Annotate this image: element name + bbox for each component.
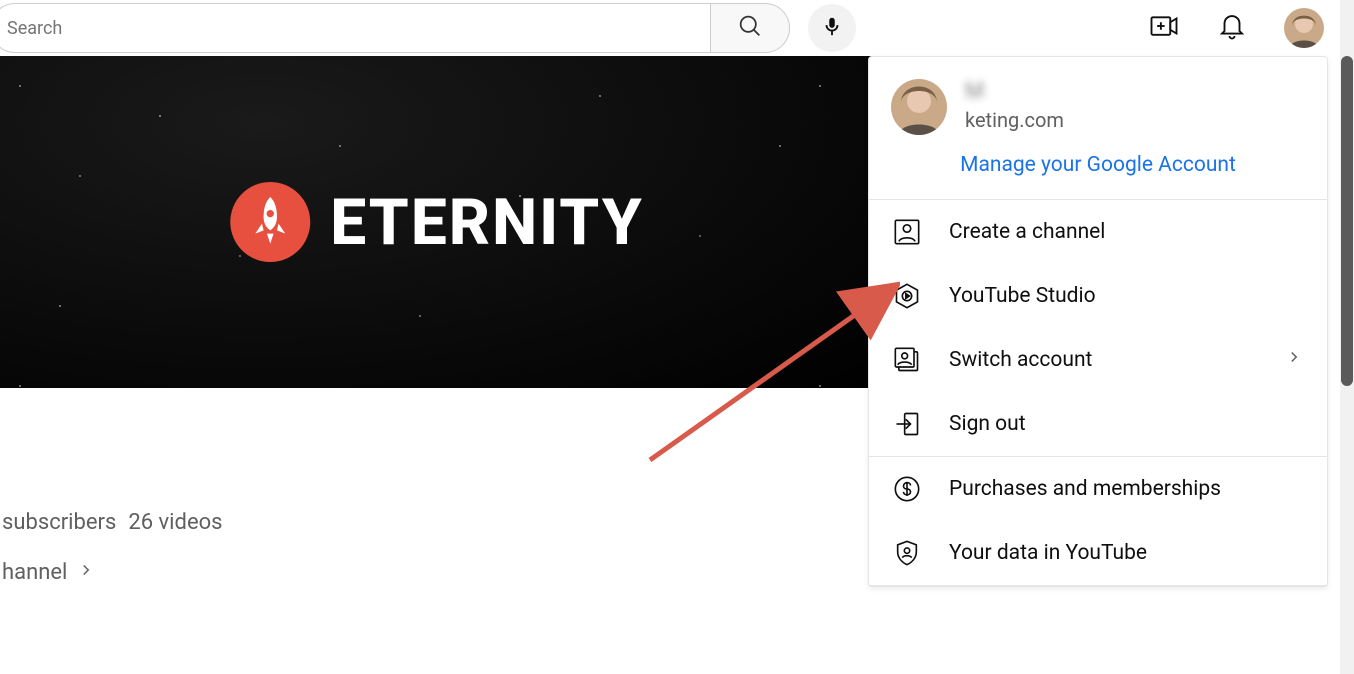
menu-item-label: YouTube Studio	[949, 284, 1096, 308]
subscribers-text: subscribers	[2, 510, 116, 535]
brand-text: ETERNITY	[330, 185, 643, 260]
account-user-name: M	[965, 79, 1064, 104]
account-user-email: keting.com	[965, 108, 1064, 132]
studio-icon	[893, 282, 921, 310]
manage-google-account-link[interactable]: Manage your Google Account	[869, 143, 1327, 199]
account-avatar	[891, 79, 947, 135]
menu-item-purchases[interactable]: Purchases and memberships	[869, 457, 1327, 521]
menu-item-label: Purchases and memberships	[949, 477, 1221, 501]
dollar-circle-icon	[893, 475, 921, 503]
more-about-channel[interactable]: hannel	[0, 560, 95, 585]
menu-item-label: Create a channel	[949, 220, 1105, 244]
chevron-right-icon	[77, 560, 95, 585]
chevron-right-icon	[1285, 348, 1303, 372]
bell-icon	[1217, 11, 1247, 45]
account-menu-header: M keting.com	[869, 57, 1327, 143]
videos-count: 26 videos	[128, 510, 222, 535]
search-input[interactable]	[0, 3, 710, 53]
menu-item-your-data[interactable]: Your data in YouTube	[869, 521, 1327, 585]
menu-item-create-channel[interactable]: Create a channel	[869, 200, 1327, 264]
menu-item-sign-out[interactable]: Sign out	[869, 392, 1327, 456]
scrollbar-thumb[interactable]	[1341, 56, 1353, 386]
search-icon	[736, 12, 764, 44]
account-menu: M keting.com Manage your Google Account …	[868, 56, 1328, 587]
account-avatar-button[interactable]	[1284, 8, 1324, 48]
notifications-button[interactable]	[1216, 12, 1248, 44]
create-video-icon	[1149, 11, 1179, 45]
shield-person-icon	[893, 539, 921, 567]
channel-banner: ETERNITY	[0, 56, 874, 388]
channel-stats: subscribers 26 videos	[0, 510, 223, 535]
menu-item-label: Your data in YouTube	[949, 541, 1147, 565]
create-button[interactable]	[1148, 12, 1180, 44]
search-wrap	[0, 3, 856, 53]
more-about-text: hannel	[2, 560, 67, 585]
menu-item-youtube-studio[interactable]: YouTube Studio	[869, 264, 1327, 328]
topbar-right	[1148, 0, 1324, 56]
menu-item-switch-account[interactable]: Switch account	[869, 328, 1327, 392]
switch-account-icon	[893, 346, 921, 374]
menu-item-label: Switch account	[949, 348, 1092, 372]
sign-out-icon	[893, 410, 921, 438]
rocket-icon	[230, 182, 310, 262]
topbar	[0, 0, 1354, 56]
menu-item-label: Sign out	[949, 412, 1026, 436]
search-button[interactable]	[710, 3, 790, 53]
voice-search-button[interactable]	[808, 4, 856, 52]
person-square-icon	[893, 218, 921, 246]
microphone-icon	[821, 15, 843, 41]
channel-banner-logo: ETERNITY	[230, 182, 643, 262]
